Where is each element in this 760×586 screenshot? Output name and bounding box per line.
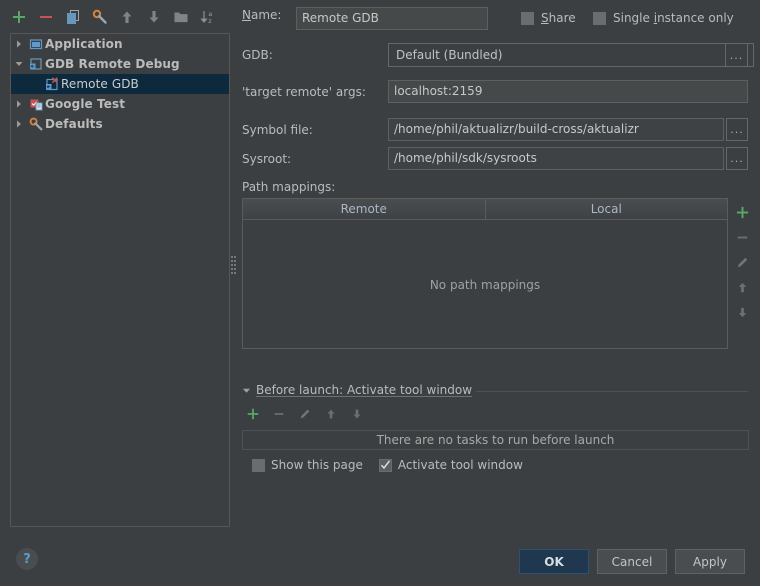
gdb-selected-value: Default (Bundled) xyxy=(396,48,503,62)
tree-item-application[interactable]: Application xyxy=(11,34,229,54)
move-task-down-button[interactable] xyxy=(350,407,364,421)
chevron-right-icon[interactable] xyxy=(11,99,27,109)
gdb-row: GDB: xyxy=(242,48,273,62)
single-instance-checkbox[interactable] xyxy=(593,11,606,25)
tree-item-remote-gdb[interactable]: Remote GDB xyxy=(11,74,229,94)
table-empty-message: No path mappings xyxy=(429,277,541,292)
configurations-pane: a z Application GDB Remote Debug Remote … xyxy=(0,0,233,535)
tree-item-google-test[interactable]: Google Test xyxy=(11,94,229,114)
apply-button[interactable]: Apply xyxy=(675,549,745,574)
gdb-select[interactable]: Default (Bundled) xyxy=(388,43,754,67)
sysroot-browse-button[interactable]: ... xyxy=(726,147,748,170)
activate-tool-window-label: Activate tool window xyxy=(397,458,523,472)
sysroot-label: Sysroot: xyxy=(242,152,292,166)
target-remote-args-label: 'target remote' args: xyxy=(242,85,366,99)
tree-item-label: Remote GDB xyxy=(61,77,139,91)
activate-tool-window-row[interactable]: Activate tool window xyxy=(378,458,523,472)
sysroot-row: Sysroot: xyxy=(242,152,291,166)
table-header: Remote Local xyxy=(243,199,727,220)
chevron-right-icon[interactable] xyxy=(11,39,27,49)
application-icon xyxy=(27,37,45,51)
tree-item-label: Defaults xyxy=(45,117,103,131)
before-launch-header[interactable]: Before launch: Activate tool window xyxy=(242,383,472,397)
sort-az-icon[interactable]: a z xyxy=(197,6,219,28)
before-launch-options: Show this page Activate tool window xyxy=(252,458,523,472)
gdb-browse-button[interactable]: ... xyxy=(725,43,748,67)
target-remote-args-input[interactable]: localhost:2159 xyxy=(388,80,748,103)
chevron-down-icon[interactable] xyxy=(11,59,27,69)
chevron-right-icon[interactable] xyxy=(11,119,27,129)
show-this-page-checkbox[interactable] xyxy=(252,458,265,472)
chevron-down-icon[interactable] xyxy=(242,386,251,395)
move-path-mapping-down-button[interactable] xyxy=(730,300,754,325)
tree-item-label: Google Test xyxy=(45,97,126,111)
show-this-page-label: Show this page xyxy=(271,458,363,472)
path-mappings-label: Path mappings: xyxy=(242,180,336,194)
share-checkbox-row[interactable]: Share xyxy=(521,11,576,25)
gdb-remote-icon xyxy=(27,57,45,71)
tree-item-gdb-remote-debug[interactable]: GDB Remote Debug xyxy=(11,54,229,74)
configuration-editor-pane: Name: Remote GDB Share Single instance o… xyxy=(238,0,760,535)
splitter-grip-icon[interactable] xyxy=(231,256,236,278)
symbol-file-browse-button[interactable]: ... xyxy=(726,118,748,141)
cancel-button[interactable]: Cancel xyxy=(597,549,667,574)
path-mappings-row: Path mappings: xyxy=(242,180,335,194)
copy-configuration-button[interactable] xyxy=(62,6,84,28)
name-input[interactable]: Remote GDB xyxy=(296,7,488,30)
show-this-page-row[interactable]: Show this page xyxy=(252,458,363,472)
symbol-file-input[interactable]: /home/phil/aktualizr/build-cross/aktuali… xyxy=(388,118,724,141)
tree-item-defaults[interactable]: Defaults xyxy=(11,114,229,134)
name-row: Name: xyxy=(242,8,281,22)
tree-item-label: Application xyxy=(45,37,123,51)
defaults-wrench-icon xyxy=(27,117,45,132)
google-test-icon xyxy=(27,97,45,111)
single-instance-label: Single instance only xyxy=(613,11,734,25)
add-task-button[interactable] xyxy=(246,407,260,421)
add-configuration-button[interactable] xyxy=(8,6,30,28)
svg-text:z: z xyxy=(208,17,212,25)
folder-icon[interactable] xyxy=(170,6,192,28)
move-down-button[interactable] xyxy=(143,6,165,28)
add-path-mapping-button[interactable] xyxy=(730,200,754,225)
share-checkbox[interactable] xyxy=(521,11,534,25)
run-debug-configurations-dialog: a z Application GDB Remote Debug Remote … xyxy=(0,0,760,586)
gdb-config-icon xyxy=(43,76,61,92)
remove-path-mapping-button[interactable] xyxy=(730,225,754,250)
before-launch-separator xyxy=(476,391,748,392)
activate-tool-window-checkbox[interactable] xyxy=(378,458,392,472)
symbol-file-label: Symbol file: xyxy=(242,123,313,137)
configurations-tree[interactable]: Application GDB Remote Debug Remote GDB … xyxy=(10,33,230,527)
gdb-label: GDB: xyxy=(242,48,273,62)
before-launch-empty-message: There are no tasks to run before launch xyxy=(242,430,749,450)
tree-item-label: GDB Remote Debug xyxy=(45,57,180,71)
path-mappings-toolbar xyxy=(728,198,756,351)
path-mappings-table[interactable]: Remote Local No path mappings xyxy=(242,198,728,349)
help-button[interactable]: ? xyxy=(16,548,38,570)
single-instance-checkbox-row[interactable]: Single instance only xyxy=(593,11,734,25)
wrench-icon[interactable] xyxy=(89,6,111,28)
target-remote-args-row: 'target remote' args: xyxy=(242,85,366,99)
before-launch-toolbar xyxy=(246,407,364,421)
before-launch-title: Before launch: Activate tool window xyxy=(256,383,473,397)
name-label: Name: xyxy=(242,8,282,22)
column-header-local[interactable]: Local xyxy=(486,199,728,219)
move-up-button[interactable] xyxy=(116,6,138,28)
move-task-up-button[interactable] xyxy=(324,407,338,421)
symbol-file-row: Symbol file: xyxy=(242,123,313,137)
ok-button[interactable]: OK xyxy=(519,549,589,574)
remove-task-button[interactable] xyxy=(272,407,286,421)
edit-task-button[interactable] xyxy=(298,407,312,421)
remove-configuration-button[interactable] xyxy=(35,6,57,28)
move-path-mapping-up-button[interactable] xyxy=(730,275,754,300)
share-label: Share xyxy=(541,11,576,25)
sysroot-input[interactable]: /home/phil/sdk/sysroots xyxy=(388,147,724,170)
column-header-remote[interactable]: Remote xyxy=(243,199,486,219)
edit-path-mapping-button[interactable] xyxy=(730,250,754,275)
configurations-toolbar: a z xyxy=(8,6,219,28)
